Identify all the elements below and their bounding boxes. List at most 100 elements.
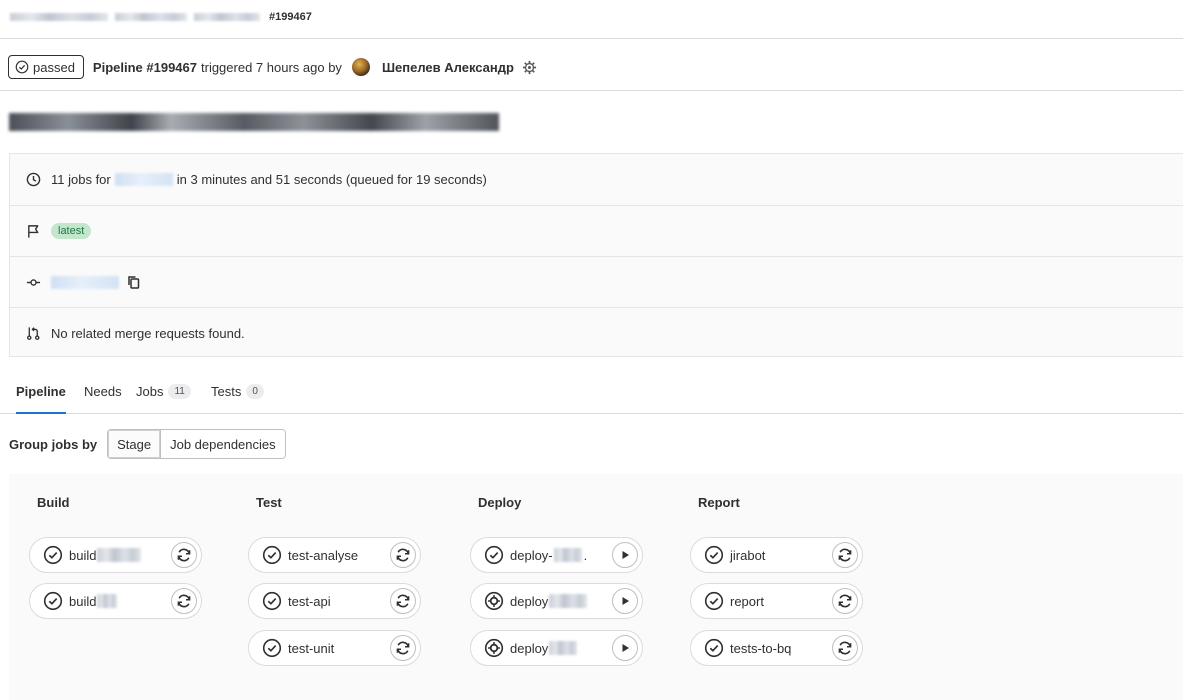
retry-button[interactable] xyxy=(832,588,858,614)
tab-label: Tests xyxy=(211,384,242,399)
job-test-api[interactable]: test-api xyxy=(248,583,421,619)
pipeline-graph: Build build build Test test-analyse test-api t… xyxy=(9,474,1183,700)
job-name-text: tests-to-bq xyxy=(730,640,792,656)
play-icon xyxy=(619,549,631,561)
status-badge-label: passed xyxy=(33,59,75,75)
flag-icon xyxy=(25,223,41,239)
retry-button[interactable] xyxy=(390,542,416,568)
job-name-text: deploy- xyxy=(510,547,553,563)
commit-icon xyxy=(25,274,41,290)
gear-icon xyxy=(484,638,504,658)
tests-count-badge: 0 xyxy=(246,384,264,399)
job-test-unit[interactable]: test-unit xyxy=(248,630,421,666)
check-circle-icon xyxy=(43,591,63,611)
pipeline-label: Pipeline #199467 xyxy=(92,59,197,75)
job-name-text: report xyxy=(730,593,764,609)
stage-title: Build xyxy=(37,495,70,510)
divider xyxy=(0,38,1183,39)
job-build[interactable]: build xyxy=(29,583,202,619)
gear-icon xyxy=(484,591,504,611)
tab-jobs[interactable]: Jobs 11 xyxy=(136,384,191,414)
check-circle-icon xyxy=(704,591,724,611)
merge-requests-row: No related merge requests found. xyxy=(10,307,1183,358)
job-name: test-analyse xyxy=(288,548,358,563)
breadcrumb-pipeline-id[interactable]: #199467 xyxy=(269,11,312,23)
job-name-suffix-redacted xyxy=(97,548,142,562)
play-button[interactable] xyxy=(612,588,638,614)
commit-sha-link[interactable] xyxy=(51,275,119,289)
jobs-summary-row: 11 jobs for in 3 minutes and 51 seconds … xyxy=(10,154,1183,205)
stage-title: Test xyxy=(256,495,282,510)
job-name-suffix-redacted xyxy=(549,594,588,608)
group-by-toggle: Stage Job dependencies xyxy=(107,429,286,459)
commit-title xyxy=(9,113,499,131)
retry-button[interactable] xyxy=(390,588,416,614)
retry-button[interactable] xyxy=(390,635,416,661)
tab-needs[interactable]: Needs xyxy=(84,384,122,414)
job-tests-to-bq[interactable]: tests-to-bq xyxy=(690,630,863,666)
job-deploy[interactable]: deploy xyxy=(470,583,643,619)
pipeline-info-panel: 11 jobs for in 3 minutes and 51 seconds … xyxy=(9,153,1183,357)
job-build[interactable]: build xyxy=(29,537,202,573)
badges-row: latest xyxy=(10,205,1183,256)
job-name: build xyxy=(69,548,142,563)
author-name[interactable]: Шепелев Александр xyxy=(382,60,514,75)
tab-label: Pipeline xyxy=(16,384,66,399)
stage-title: Deploy xyxy=(478,495,522,510)
job-deploy[interactable]: deploy-. xyxy=(470,537,643,573)
tab-label: Needs xyxy=(84,384,122,399)
copy-icon[interactable] xyxy=(127,275,140,289)
job-name-suffix: . xyxy=(583,547,588,563)
job-name-text: deploy xyxy=(510,640,549,656)
job-name-suffix-redacted xyxy=(97,594,118,608)
job-name: tests-to-bq xyxy=(730,641,791,656)
group-jobs-by-label: Group jobs by xyxy=(9,436,98,452)
jobs-summary-suffix: in 3 minutes and 51 seconds (queued for … xyxy=(176,172,487,187)
group-by-dependencies-button[interactable]: Job dependencies xyxy=(160,430,285,458)
retry-icon xyxy=(176,547,192,563)
breadcrumb-item-group[interactable] xyxy=(10,13,108,21)
stage-title: Report xyxy=(698,495,740,510)
retry-button[interactable] xyxy=(832,542,858,568)
job-name-text: deploy xyxy=(510,593,549,609)
play-button[interactable] xyxy=(612,635,638,661)
retry-icon xyxy=(837,593,853,609)
job-test-analyse[interactable]: test-analyse xyxy=(248,537,421,573)
job-name: deploy xyxy=(510,640,578,656)
job-jirabot[interactable]: jirabot xyxy=(690,537,863,573)
breadcrumb-item-project[interactable] xyxy=(115,13,187,21)
pipeline-tabs: Pipeline Needs Jobs 11 Tests 0 xyxy=(0,372,1183,414)
status-badge[interactable]: passed xyxy=(8,55,84,79)
tab-label: Jobs xyxy=(136,384,164,399)
retry-button[interactable] xyxy=(832,635,858,661)
job-name: jirabot xyxy=(730,548,765,563)
gear-icon xyxy=(522,60,536,74)
ref-link[interactable] xyxy=(114,173,173,186)
breadcrumb-item-pipelines[interactable] xyxy=(194,13,260,21)
divider xyxy=(0,90,1183,91)
job-name: test-api xyxy=(288,594,331,609)
retry-button[interactable] xyxy=(171,542,197,568)
check-circle-icon xyxy=(704,545,724,565)
job-deploy[interactable]: deploy xyxy=(470,630,643,666)
play-icon xyxy=(619,595,631,607)
check-circle-icon xyxy=(15,60,29,74)
pipeline-header: passed Pipeline #199467 triggered 7 hour… xyxy=(8,54,537,80)
merge-request-icon xyxy=(25,325,41,341)
commit-row xyxy=(10,256,1183,307)
avatar[interactable] xyxy=(351,58,370,76)
jobs-summary-prefix: 11 jobs for xyxy=(51,172,111,187)
job-name: build xyxy=(69,594,118,609)
retry-icon xyxy=(837,640,853,656)
job-name-text: test-analyse xyxy=(288,547,359,563)
jobs-count-badge: 11 xyxy=(168,384,191,399)
job-name: report xyxy=(730,594,764,609)
job-report[interactable]: report xyxy=(690,583,863,619)
play-button[interactable] xyxy=(612,542,638,568)
play-icon xyxy=(619,642,631,654)
tab-tests[interactable]: Tests 0 xyxy=(211,384,264,414)
tab-pipeline[interactable]: Pipeline xyxy=(16,384,66,414)
group-by-stage-button[interactable]: Stage xyxy=(108,430,161,458)
retry-button[interactable] xyxy=(171,588,197,614)
retry-icon xyxy=(395,593,411,609)
